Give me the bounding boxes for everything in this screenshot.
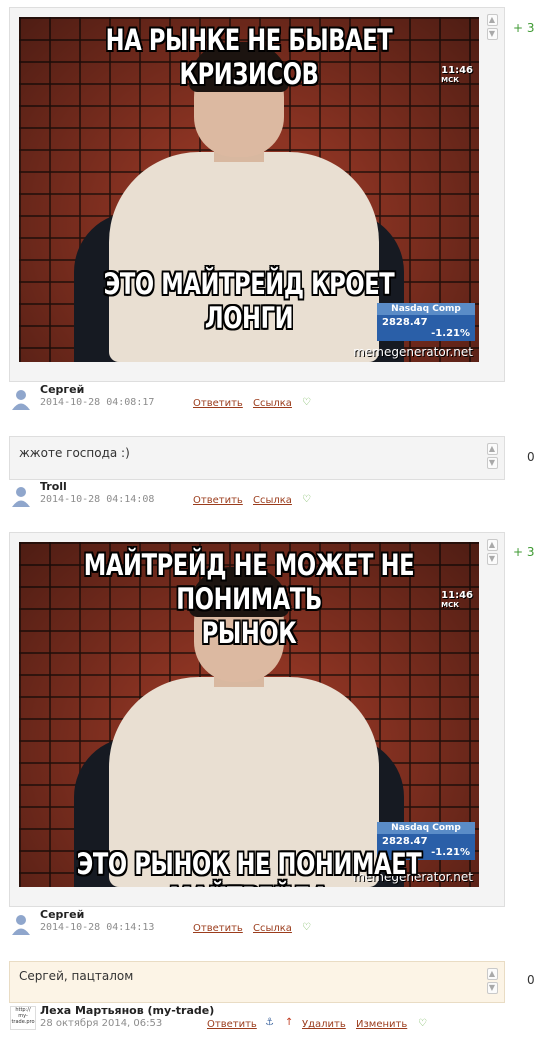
permalink[interactable]: Ссылка [253,495,292,506]
comment-1-meta: Сергей 2014-10-28 04:08:17 Ответить Ссыл… [10,383,510,411]
heart-icon[interactable]: ♡ [302,922,311,933]
watermark: memegenerator.net [353,345,473,359]
comment-4-meta: http:// my-trade.pro Леха Мартьянов (my-… [10,1004,510,1032]
meme-image-2: 11:46 МСК Nasdaq Comp 2828.47 -1.21% meme… [19,542,479,887]
comment-3-meta: Сергей 2014-10-28 04:14:13 Ответить Ссыл… [10,908,510,936]
meme-image-1: 11:46 МСК Nasdaq Comp 2828.47 -1.21% meme… [19,17,479,362]
reply-link[interactable]: Ответить [193,923,243,934]
user-avatar-icon [12,915,30,935]
comment-text: Сергей, пацталом [19,969,134,983]
heart-icon[interactable]: ♡ [418,1018,427,1029]
comment-2-meta: Troll 2014-10-28 04:14:08 Ответить Ссылк… [10,480,510,508]
reply-link[interactable]: Ответить [193,398,243,409]
down-arrow-icon[interactable]: ▼ [486,982,498,994]
tv-clock: 11:46 МСК [441,65,473,84]
comment-date: 2014-10-28 04:14:13 [40,922,155,933]
score-3: + 3 [513,545,535,559]
reply-link[interactable]: Ответить [193,495,243,506]
score-4: 0 [527,973,535,987]
permalink[interactable]: Ссылка [253,923,292,934]
heart-icon[interactable]: ♡ [302,397,311,408]
up-arrow-icon[interactable]: ▲ [486,539,498,551]
comment-date: 2014-10-28 04:14:08 [40,494,155,505]
comment-date: 28 октября 2014, 06:53 [40,1018,163,1029]
up-arrow-icon[interactable]: ▲ [486,968,498,980]
author-name[interactable]: Леха Мартьянов (my-trade) [40,1004,214,1017]
up-arrow-icon[interactable]: ▲ [486,443,498,455]
my-trade-logo: http:// my-trade.pro [10,1006,36,1030]
vote-controls: ▲ ▼ [486,539,498,565]
comment-date: 2014-10-28 04:08:17 [40,397,155,408]
down-arrow-icon[interactable]: ▼ [486,457,498,469]
author-name[interactable]: Troll [40,480,67,493]
meme-bottom-caption: ЭТО МАЙТРЕЙД КРОЕТ ЛОНГИ [103,267,395,335]
score-2: 0 [527,450,535,464]
down-arrow-icon[interactable]: ▼ [486,553,498,565]
vote-controls: ▲ ▼ [486,443,498,469]
user-avatar-icon [12,487,30,507]
down-arrow-icon[interactable]: ▼ [486,28,498,40]
vote-controls: ▲ ▼ [486,968,498,994]
comment-2-box: жжоте господа :) ▲ ▼ [9,436,505,480]
author-name[interactable]: Сергей [40,383,84,396]
score-1: + 3 [513,21,535,35]
vote-controls: ▲ ▼ [486,14,498,40]
reply-link[interactable]: Ответить [207,1019,257,1030]
permalink[interactable]: Ссылка [253,398,292,409]
up-arrow-icon[interactable]: ▲ [486,14,498,26]
delete-link[interactable]: Удалить [302,1019,346,1030]
anchor-icon[interactable]: ⚓ [265,1017,274,1028]
comment-3-box: 11:46 МСК Nasdaq Comp 2828.47 -1.21% meme… [9,532,505,907]
meme-top-caption: НА РЫНКЕ НЕ БЫВАЕТ КРИЗИСОВ [105,23,393,91]
pin-icon[interactable]: ↑ [285,1017,293,1028]
heart-icon[interactable]: ♡ [302,494,311,505]
meme-bottom-caption: ЭТО РЫНОК НЕ ПОНИМАЕТ МАЙТРЕЙДА [76,847,422,887]
tv-clock: 11:46 МСК [441,590,473,609]
comment-4-box: Сергей, пацталом ▲ ▼ [9,961,505,1003]
author-name[interactable]: Сергей [40,908,84,921]
edit-link[interactable]: Изменить [356,1019,407,1030]
meme-top-caption: МАЙТРЕЙД НЕ МОЖЕТ НЕ ПОНИМАТЬ РЫНОК [83,548,415,650]
user-avatar-icon [12,390,30,410]
comment-1-box: 11:46 МСК Nasdaq Comp 2828.47 -1.21% meme… [9,7,505,382]
comment-text: жжоте господа :) [19,446,130,460]
